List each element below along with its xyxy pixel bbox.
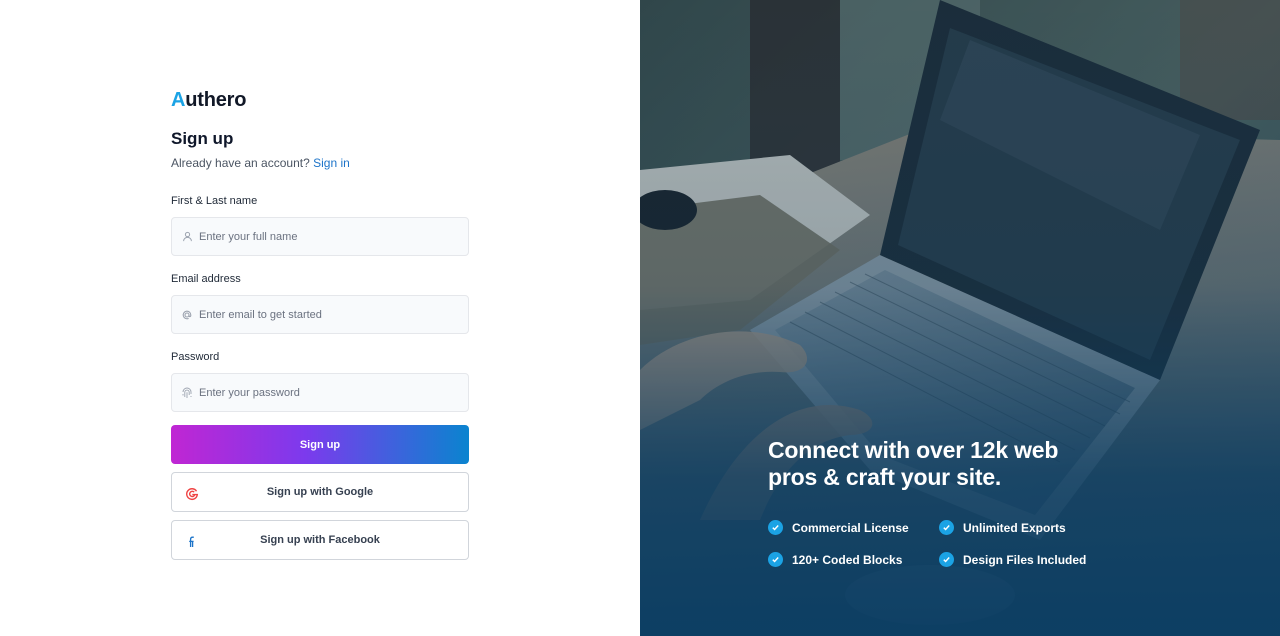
signup-form: Authero Sign up Already have an account?… [171,88,469,560]
password-input[interactable] [199,386,449,399]
full-name-field[interactable] [171,217,469,256]
facebook-signup-label: Sign up with Facebook [260,534,380,546]
email-label: Email address [171,273,241,285]
signin-prompt: Already have an account? Sign in [171,155,469,171]
feature-label: Unlimited Exports [963,520,1066,535]
feature-label: Commercial License [792,520,909,535]
page-title: Sign up [171,129,234,148]
feature-item: Unlimited Exports [939,520,1066,535]
promo-headline-line-1: Connect with over 12k web [768,437,1059,463]
feature-item: 120+ Coded Blocks [768,552,902,567]
check-circle-icon [768,552,783,567]
feature-item: Design Files Included [939,552,1086,567]
feature-label: Design Files Included [963,552,1087,567]
signin-link[interactable]: Sign in [313,156,350,170]
brand-logo-text: uthero [185,89,247,111]
brand-logo[interactable]: Authero [171,88,469,112]
fingerprint-icon [181,387,193,399]
check-circle-icon [939,520,954,535]
brand-logo-accent: A [171,89,186,111]
password-label: Password [171,351,220,363]
signup-panel: Authero Sign up Already have an account?… [0,0,640,636]
promo-headline-line-2: pros & craft your site. [768,464,1002,490]
facebook-signup-button[interactable]: Sign up with Facebook [171,520,469,560]
email-input[interactable] [199,308,449,321]
full-name-label: First & Last name [171,195,258,207]
promo-panel [640,0,1280,636]
check-circle-icon [768,520,783,535]
signup-button[interactable]: Sign up [171,425,469,464]
signin-prompt-text: Already have an account? [171,156,310,170]
full-name-input[interactable] [199,230,449,243]
google-signup-button[interactable]: Sign up with Google [171,472,469,512]
google-icon [185,487,199,501]
google-signup-label: Sign up with Google [266,486,374,498]
promo-headline: Connect with over 12k web pros & craft y… [768,437,1128,491]
feature-label: 120+ Coded Blocks [792,552,903,567]
user-icon [181,231,193,243]
feature-item: Commercial License [768,520,909,535]
at-icon [181,309,193,321]
facebook-icon [185,535,199,549]
check-circle-icon [939,552,954,567]
email-field[interactable] [171,295,469,334]
password-field[interactable] [171,373,469,412]
laptop-photo-illustration [640,0,1280,636]
